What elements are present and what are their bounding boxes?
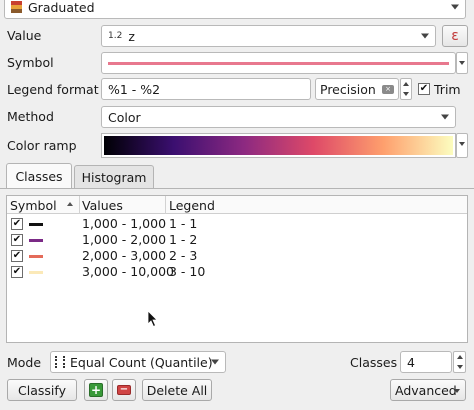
- tab-histogram-label: Histogram: [81, 170, 147, 185]
- row-checkbox[interactable]: ✔: [11, 266, 23, 278]
- row-checkbox[interactable]: ✔: [11, 234, 23, 246]
- advanced-button-label: Advanced: [395, 382, 457, 398]
- tab-panel-border: [0, 188, 474, 189]
- method-label: Method: [7, 109, 54, 124]
- symbol-dropdown[interactable]: [456, 52, 468, 74]
- step-down-icon[interactable]: [403, 92, 409, 96]
- class-legend[interactable]: 1 - 1: [169, 216, 197, 232]
- remove-class-button[interactable]: −: [112, 379, 136, 401]
- class-symbol-swatch[interactable]: [29, 255, 43, 258]
- minus-icon: −: [117, 385, 131, 395]
- step-up-icon[interactable]: [403, 82, 409, 86]
- method-value: Color: [108, 109, 141, 125]
- advanced-button[interactable]: Advanced: [390, 379, 466, 401]
- renderer-combo[interactable]: Graduated: [4, 0, 466, 19]
- mode-label: Mode: [7, 355, 42, 370]
- quantile-mode-icon: [55, 356, 65, 368]
- table-row[interactable]: ✔ 1,000 - 2,000 1 - 2: [7, 232, 467, 248]
- class-symbol-swatch[interactable]: [29, 239, 43, 242]
- legend-format-value: %1 - %2: [108, 81, 161, 97]
- table-row[interactable]: ✔ 1,000 - 1,000 1 - 1: [7, 216, 467, 232]
- class-values[interactable]: 1,000 - 1,000: [82, 216, 166, 232]
- classes-count-label: Classes: [350, 355, 398, 370]
- classify-button[interactable]: Classify: [7, 379, 77, 401]
- chevron-down-icon: [451, 4, 459, 10]
- delete-all-button-label: Delete All: [146, 382, 208, 398]
- color-ramp-button[interactable]: [101, 133, 456, 158]
- class-legend[interactable]: 3 - 10: [169, 264, 205, 280]
- mode-value: Equal Count (Quantile): [70, 354, 213, 370]
- precision-stepper[interactable]: [400, 78, 412, 100]
- legend-format-label: Legend format: [7, 82, 99, 97]
- color-ramp-preview: [104, 136, 453, 155]
- class-values[interactable]: 3,000 - 10,000: [82, 264, 174, 280]
- plus-icon: +: [89, 383, 103, 397]
- classes-table[interactable]: Symbol Values Legend ✔ 1,000 - 1,000 1 -…: [6, 195, 468, 343]
- color-ramp-label: Color ramp: [7, 138, 77, 153]
- numeric-type-icon: 1.2: [108, 31, 123, 41]
- step-down-icon[interactable]: [457, 365, 463, 369]
- precision-spinbox[interactable]: Precision ×: [315, 78, 399, 100]
- symbol-preview-line: [108, 62, 449, 65]
- column-divider: [79, 196, 80, 214]
- symbol-button[interactable]: [101, 52, 456, 74]
- table-header: Symbol Values Legend: [7, 196, 467, 214]
- value-field-combo[interactable]: 1.2 z: [101, 25, 436, 47]
- table-row[interactable]: ✔ 2,000 - 3,000 2 - 3: [7, 248, 467, 264]
- table-row[interactable]: ✔ 3,000 - 10,000 3 - 10: [7, 264, 467, 280]
- chevron-down-icon: [421, 33, 429, 39]
- symbol-label: Symbol: [7, 55, 54, 70]
- legend-format-input[interactable]: %1 - %2: [101, 78, 311, 100]
- class-symbol-swatch[interactable]: [29, 271, 43, 274]
- classes-spinbox[interactable]: 4: [400, 351, 452, 373]
- column-divider: [165, 196, 166, 214]
- mode-combo[interactable]: Equal Count (Quantile): [50, 351, 226, 373]
- color-ramp-dropdown[interactable]: [456, 133, 468, 158]
- trim-label: Trim: [434, 82, 461, 97]
- graduated-renderer-icon: [11, 1, 22, 13]
- precision-placeholder: Precision: [320, 81, 376, 97]
- tab-classes-label: Classes: [15, 169, 63, 184]
- value-field-name: z: [128, 28, 135, 44]
- class-legend[interactable]: 1 - 2: [169, 232, 197, 248]
- column-header-values[interactable]: Values: [82, 198, 123, 213]
- epsilon-icon: ε: [451, 28, 459, 44]
- mouse-cursor-icon: [147, 310, 158, 328]
- row-checkbox[interactable]: ✔: [11, 218, 23, 230]
- add-class-button[interactable]: +: [84, 379, 108, 401]
- class-symbol-swatch[interactable]: [29, 223, 43, 226]
- chevron-down-icon: [441, 114, 449, 120]
- row-checkbox[interactable]: ✔: [11, 250, 23, 262]
- classify-button-label: Classify: [18, 382, 66, 398]
- method-combo[interactable]: Color: [101, 106, 456, 128]
- chevron-down-icon: [454, 389, 460, 393]
- class-legend[interactable]: 2 - 3: [169, 248, 197, 264]
- step-up-icon[interactable]: [457, 355, 463, 359]
- trim-checkbox[interactable]: ✔: [418, 83, 430, 95]
- tab-classes[interactable]: Classes: [6, 163, 72, 189]
- expression-button[interactable]: ε: [442, 25, 468, 47]
- chevron-down-icon: [211, 359, 219, 365]
- delete-all-button[interactable]: Delete All: [142, 379, 212, 401]
- column-header-legend[interactable]: Legend: [169, 198, 215, 213]
- class-values[interactable]: 1,000 - 2,000: [82, 232, 166, 248]
- column-header-symbol[interactable]: Symbol: [10, 198, 57, 213]
- clear-icon[interactable]: ×: [382, 85, 394, 94]
- class-values[interactable]: 2,000 - 3,000: [82, 248, 166, 264]
- classes-count-value: 4: [407, 354, 415, 370]
- classes-stepper[interactable]: [453, 351, 466, 373]
- renderer-combo-label: Graduated: [28, 0, 95, 15]
- tab-histogram[interactable]: Histogram: [74, 165, 154, 189]
- sort-ascending-icon: [67, 202, 73, 206]
- value-label: Value: [7, 28, 42, 43]
